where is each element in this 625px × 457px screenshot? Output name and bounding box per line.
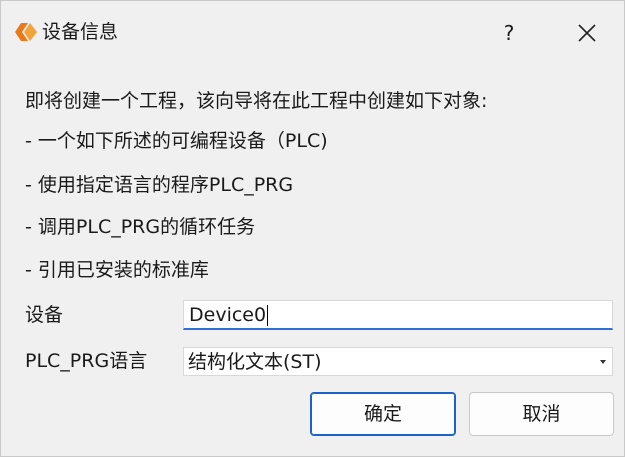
description-line-5: - 引用已安装的标准库 (25, 259, 209, 281)
device-name-value: Device0 (189, 304, 267, 326)
description-line-3: - 使用指定语言的程序PLC_PRG (25, 174, 294, 196)
text-caret (267, 305, 268, 326)
language-select[interactable]: 结构化文本(ST) (183, 347, 613, 376)
help-button[interactable]: ? (494, 18, 524, 48)
device-label: 设备 (25, 304, 64, 326)
close-icon (578, 24, 596, 42)
dialog-title: 设备信息 (42, 21, 119, 43)
chevron-down-icon (600, 360, 606, 364)
language-selected-value: 结构化文本(ST) (188, 351, 322, 373)
language-label: PLC_PRG语言 (25, 350, 148, 372)
device-name-input[interactable]: Device0 (183, 300, 613, 330)
description-line-4: - 调用PLC_PRG的循环任务 (25, 216, 256, 238)
cancel-button[interactable]: 取消 (469, 392, 614, 436)
ok-button[interactable]: 确定 (310, 392, 456, 436)
close-button[interactable] (570, 18, 604, 48)
title-bar[interactable]: 设备信息 ? (1, 1, 624, 63)
description-line-2: - 一个如下所述的可编程设备（PLC) (25, 130, 328, 152)
app-logo-icon (15, 23, 37, 41)
device-info-dialog: 设备信息 ? 即将创建一个工程，该向导将在此工程中创建如下对象: - 一个如下所… (0, 0, 625, 457)
description-line-1: 即将创建一个工程，该向导将在此工程中创建如下对象: (25, 90, 488, 112)
